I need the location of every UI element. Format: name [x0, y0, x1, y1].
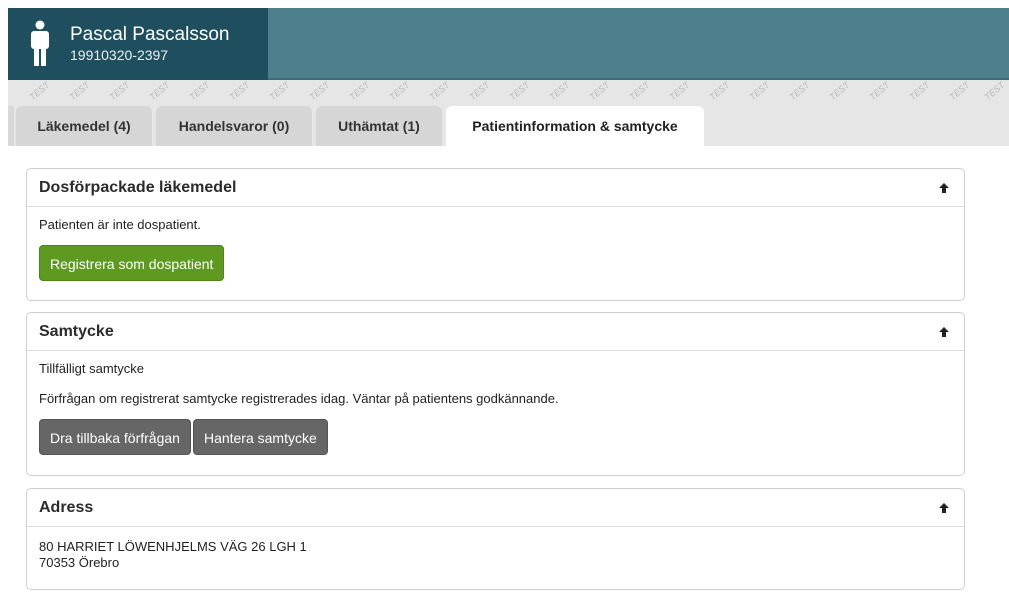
arrow-up-icon[interactable] — [938, 502, 950, 514]
tab-handelsvaror[interactable]: Handelsvaror (0) — [156, 106, 312, 146]
tab-patientinformation[interactable]: Patientinformation & samtycke — [446, 106, 704, 146]
watermark-text: TEST — [667, 80, 692, 103]
watermark-text: TEST — [147, 80, 172, 103]
register-dos-button[interactable]: Registrera som dospatient — [39, 245, 225, 281]
withdraw-request-button[interactable]: Dra tillbaka förfrågan — [39, 419, 191, 455]
panel-header: Dosförpackade läkemedel — [27, 169, 964, 207]
main-content: Dosförpackade läkemedel Patienten är int… — [14, 146, 1009, 599]
panel-title: Adress — [39, 498, 94, 516]
tab-uthamtat[interactable]: Uthämtat (1) — [316, 106, 442, 146]
patient-id: 19910320-2397 — [70, 47, 169, 63]
address-street: 80 HARRIET LÖWENHJELMS VÄG 26 LGH 1 — [39, 539, 307, 554]
tab-lakemedel[interactable]: Läkemedel (4) — [16, 106, 152, 146]
watermark-text: TEST — [867, 80, 892, 103]
watermark-text: TEST — [627, 80, 652, 103]
watermark-text: TEST — [982, 80, 1007, 103]
manage-consent-button[interactable]: Hantera samtycke — [192, 419, 328, 455]
address-postal: 70353 Örebro — [39, 555, 120, 570]
arrow-up-icon[interactable] — [938, 326, 950, 338]
watermark-text: TEST — [347, 80, 372, 103]
panel-title: Samtycke — [39, 322, 114, 340]
watermark-text: TEST — [707, 80, 732, 103]
watermark-text: TEST — [947, 80, 972, 103]
watermark-text: TEST — [787, 80, 812, 103]
panel-header: Samtycke — [27, 313, 964, 351]
watermark-text: TEST — [587, 80, 612, 103]
watermark-text: TEST — [507, 80, 532, 103]
patient-card: Pascal Pascalsson 19910320-2397 — [8, 8, 268, 80]
patient-name: Pascal Pascalsson — [70, 24, 230, 45]
watermark-text: TEST — [267, 80, 292, 103]
watermark-text: TEST — [547, 80, 572, 103]
watermark-text: TEST — [747, 80, 772, 103]
watermark-text: TEST — [427, 80, 452, 103]
watermark-text: TEST — [187, 80, 212, 103]
consent-status-text: Förfrågan om registrerat samtycke regist… — [39, 391, 559, 406]
watermark-text: TEST — [827, 80, 852, 103]
watermark-text: TEST — [907, 80, 932, 103]
person-icon — [31, 20, 49, 66]
watermark-text: TEST — [27, 80, 52, 103]
watermark-text: TEST — [67, 80, 92, 103]
panel-samtycke: Samtycke Tillfälligt samtycke Förfrågan … — [26, 312, 965, 476]
panel-header: Adress — [27, 489, 964, 527]
consent-type-text: Tillfälligt samtycke — [39, 361, 144, 376]
tab-bar: Läkemedel (4) Handelsvaror (0) Uthämtat … — [8, 106, 1009, 146]
panel-title: Dosförpackade läkemedel — [39, 178, 237, 196]
test-watermark-stripe: TEST TEST TEST TEST TEST TEST TEST TEST … — [8, 80, 1009, 108]
panel-adress: Adress 80 HARRIET LÖWENHJELMS VÄG 26 LGH… — [26, 488, 965, 590]
watermark-text: TEST — [107, 80, 132, 103]
watermark-text: TEST — [227, 80, 252, 103]
arrow-up-icon[interactable] — [938, 182, 950, 194]
watermark-text: TEST — [307, 80, 332, 103]
panel-dos: Dosförpackade läkemedel Patienten är int… — [26, 168, 965, 301]
dos-status-text: Patienten är inte dospatient. — [39, 217, 201, 232]
watermark-text: TEST — [467, 80, 492, 103]
watermark-text: TEST — [387, 80, 412, 103]
